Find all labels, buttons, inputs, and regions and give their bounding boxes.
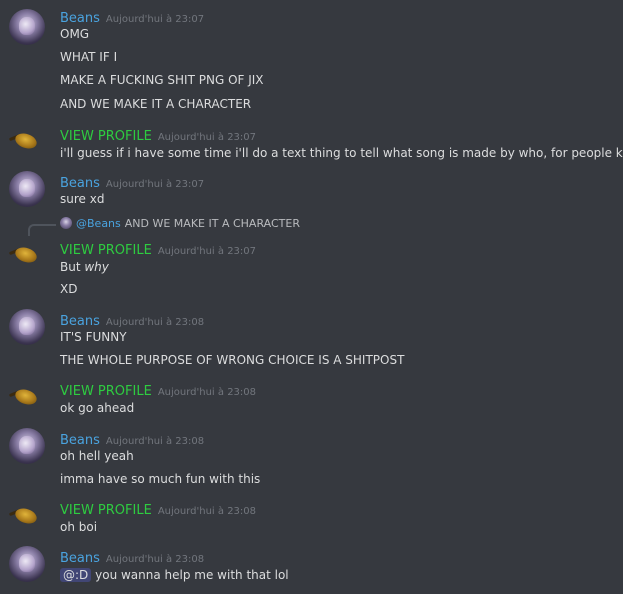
message-text: imma have so much fun with this xyxy=(60,472,261,486)
frying-pan-icon[interactable] xyxy=(9,380,45,416)
message-text: oh hell yeah xyxy=(60,449,134,463)
timestamp: Aujourd'hui à 23:07 xyxy=(157,246,257,257)
message-text: ok go ahead xyxy=(60,401,135,415)
message-header: VIEW PROFILE Aujourd'hui à 23:07 xyxy=(60,239,257,258)
username[interactable]: VIEW PROFILE xyxy=(60,503,152,518)
timestamp: Aujourd'hui à 23:07 xyxy=(105,179,205,190)
timestamp: Aujourd'hui à 23:08 xyxy=(105,317,205,328)
message-text: WHAT IF I xyxy=(60,50,118,64)
username[interactable]: Beans xyxy=(60,176,100,191)
timestamp: Aujourd'hui à 23:08 xyxy=(157,506,257,517)
username[interactable]: Beans xyxy=(60,11,100,26)
message-header: Beans Aujourd'hui à 23:07 xyxy=(60,172,205,191)
message-text: OMG xyxy=(60,27,90,41)
message-text: XD xyxy=(60,282,78,296)
username[interactable]: VIEW PROFILE xyxy=(60,384,152,399)
mention[interactable]: @:D xyxy=(60,568,92,582)
message-text: oh boi xyxy=(60,520,98,534)
message-header: Beans Aujourd'hui à 23:08 xyxy=(60,310,205,329)
message-header: VIEW PROFILE Aujourd'hui à 23:08 xyxy=(60,499,257,518)
message-body: you wanna help me with that lol xyxy=(95,568,289,582)
message-text: i'll guess if i have some time i'll do a… xyxy=(60,146,623,160)
reply-avatar xyxy=(60,217,72,229)
reply-reference[interactable]: @Beans AND WE MAKE IT A CHARACTER xyxy=(60,217,300,230)
message-text: MAKE A FUCKING SHIT PNG OF JIX xyxy=(60,73,264,87)
timestamp: Aujourd'hui à 23:07 xyxy=(105,14,205,25)
message-header: VIEW PROFILE Aujourd'hui à 23:08 xyxy=(60,380,257,399)
avatar[interactable] xyxy=(9,171,45,207)
username[interactable]: Beans xyxy=(60,433,100,448)
message-header: Beans Aujourd'hui à 23:08 xyxy=(60,547,205,566)
timestamp: Aujourd'hui à 23:08 xyxy=(105,436,205,447)
message-text: THE WHOLE PURPOSE OF WRONG CHOICE IS A S… xyxy=(60,353,405,367)
username[interactable]: VIEW PROFILE xyxy=(60,243,152,258)
message-text: IT'S FUNNY xyxy=(60,330,127,344)
message-header: VIEW PROFILE Aujourd'hui à 23:07 xyxy=(60,125,257,144)
italic-text: why xyxy=(84,260,109,274)
message-text: sure xd xyxy=(60,192,105,206)
timestamp: Aujourd'hui à 23:08 xyxy=(105,554,205,565)
reply-username[interactable]: @Beans xyxy=(76,217,121,230)
message-text: AND WE MAKE IT A CHARACTER xyxy=(60,97,252,111)
frying-pan-icon[interactable] xyxy=(9,124,45,160)
avatar[interactable] xyxy=(9,428,45,464)
avatar[interactable] xyxy=(9,9,45,45)
message-text: But why xyxy=(60,260,109,274)
timestamp: Aujourd'hui à 23:07 xyxy=(157,132,257,143)
timestamp: Aujourd'hui à 23:08 xyxy=(157,387,257,398)
username[interactable]: Beans xyxy=(60,551,100,566)
frying-pan-icon[interactable] xyxy=(9,499,45,535)
username[interactable]: VIEW PROFILE xyxy=(60,129,152,144)
message-header: Beans Aujourd'hui à 23:07 xyxy=(60,7,205,26)
avatar[interactable] xyxy=(9,309,45,345)
reply-text: AND WE MAKE IT A CHARACTER xyxy=(124,217,300,230)
message-header: Beans Aujourd'hui à 23:08 xyxy=(60,429,205,448)
avatar[interactable] xyxy=(9,546,45,582)
text-prefix: But xyxy=(60,260,85,274)
frying-pan-icon[interactable] xyxy=(9,238,45,274)
chat-log: Beans Aujourd'hui à 23:07 OMG WHAT IF I M… xyxy=(0,0,623,594)
message-text: @:D you wanna help me with that lol xyxy=(60,568,289,582)
reply-connector xyxy=(28,224,56,236)
username[interactable]: Beans xyxy=(60,314,100,329)
